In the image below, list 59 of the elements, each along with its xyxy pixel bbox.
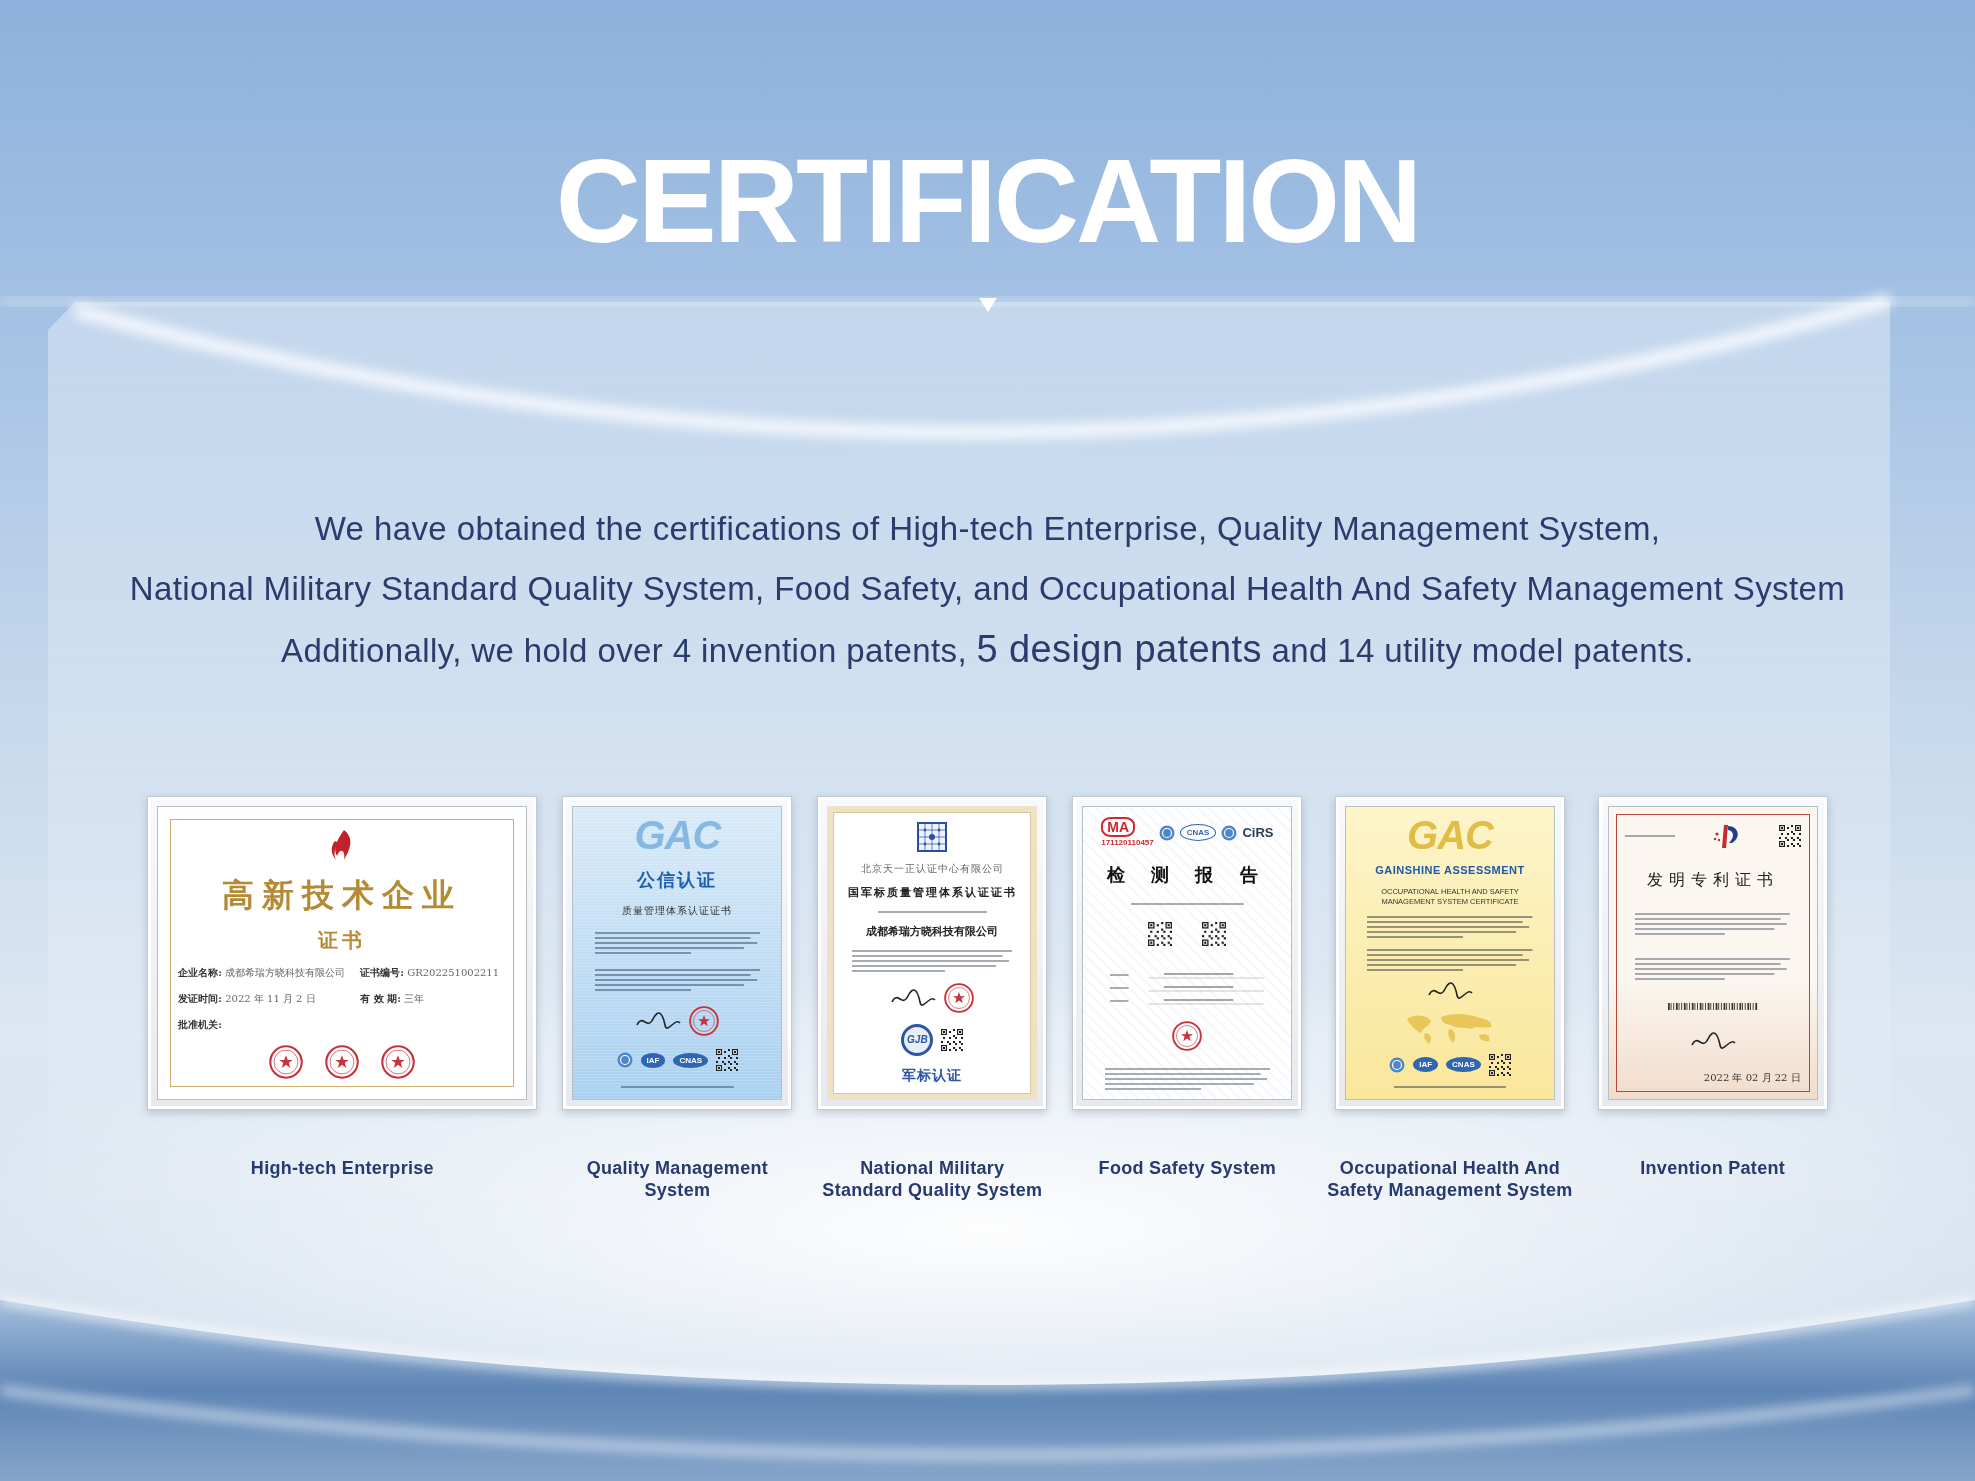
certification-logo: IAF: [1413, 1057, 1439, 1073]
certificate-field: 有 效 期: 三年: [360, 992, 507, 1006]
certificate-label: High-tech Enterprise: [250, 1157, 434, 1179]
brand-logo-text: CiRS: [1242, 825, 1274, 840]
page-title: CERTIFICATION: [555, 142, 1420, 260]
certificate-field: 批准机关:: [178, 1018, 223, 1032]
certificate-title: 公信认证: [637, 868, 718, 892]
signature-icon: [1689, 1031, 1736, 1052]
stamp-seal-icon: [381, 1044, 416, 1079]
qr-code-icon: [1778, 825, 1801, 847]
qr-code-icon: [1202, 921, 1227, 946]
watermark-text: GAC: [1407, 815, 1493, 855]
stamp-seal-icon: [1172, 1021, 1203, 1052]
signature-icon: [1427, 981, 1473, 1002]
qr-code-icon: [1148, 921, 1173, 946]
certification-logo: CNAS: [1179, 824, 1217, 841]
certificate-heading: GAINSHINE ASSESSMENT: [1375, 864, 1525, 878]
certificate-caption: 北京天一正认证中心有限公司: [860, 862, 1004, 876]
certificate-heading: 国军标质量管理体系认证证书: [847, 885, 1017, 900]
intro-paragraph: We have obtained the certifications of High-tech Enterprise, Quality Management System, National Military Standard Quality System, Food Safety, and Occupational Health And Safety Management System Additionally, we hold over 4 invention patents, 5 design patents and 14 utility model patents.: [129, 509, 1846, 672]
certification-mark-text: 军标认证: [902, 1066, 963, 1084]
watermark-text: GAC: [634, 815, 721, 855]
certification-logo: CNAS: [673, 1052, 709, 1068]
stamp-seal-icon: [689, 1005, 720, 1036]
qr-code-icon: [941, 1028, 964, 1051]
certificate-title: 高新技术企业: [222, 874, 463, 915]
certificate-label: National Military Standard Quality System: [822, 1157, 1043, 1201]
barcode-icon: [1667, 1002, 1758, 1010]
certificate-field: 发证时间: 2022 年 11 月 2 日: [178, 992, 316, 1006]
certificate-field: 证书编号: GR202251002211: [360, 966, 507, 980]
stamp-seal-icon: [944, 983, 975, 1014]
ma-logo: MA: [1101, 817, 1135, 837]
issue-date: 2022 年 02 月 22 日: [1703, 1072, 1801, 1085]
certificate-field: 企业名称: 成都希瑞方晓科技有限公司: [178, 966, 346, 980]
round-emblem-icon: [616, 1052, 633, 1069]
certificate-label: Quality Management System: [586, 1157, 769, 1201]
certificate-subtitle: 证书: [318, 928, 367, 954]
certificate-title: 发明专利证书: [1646, 870, 1779, 891]
signature-icon: [635, 1010, 682, 1031]
round-emblem-icon: [1221, 824, 1238, 841]
signature-icon: [890, 988, 937, 1009]
certification-logo: IAF: [640, 1052, 666, 1068]
certificate-heading: 质量管理体系认证证书: [622, 904, 733, 918]
certificate-title: 检 测 报 告: [1106, 863, 1268, 887]
qr-code-icon: [1488, 1053, 1511, 1076]
grid-emblem-icon: [917, 822, 948, 852]
triangle-marker-icon: [978, 298, 997, 312]
qr-code-icon: [716, 1049, 739, 1072]
round-emblem-icon: [1158, 824, 1175, 841]
stamp-seal-icon: [269, 1044, 304, 1079]
certification-logo: CNAS: [1446, 1057, 1481, 1073]
certificate-label: Occupational Health And Safety Management System: [1327, 1157, 1573, 1201]
stamp-seal-icon: [325, 1044, 360, 1079]
license-number: 171120110457: [1101, 838, 1154, 848]
certificate-label: Invention Patent: [1640, 1157, 1786, 1179]
certificate-label: Food Safety System: [1098, 1157, 1277, 1179]
round-emblem-icon: [1389, 1056, 1406, 1073]
round-logo: GJB: [901, 1023, 934, 1056]
company-name: 成都希瑞方晓科技有限公司: [866, 924, 999, 939]
